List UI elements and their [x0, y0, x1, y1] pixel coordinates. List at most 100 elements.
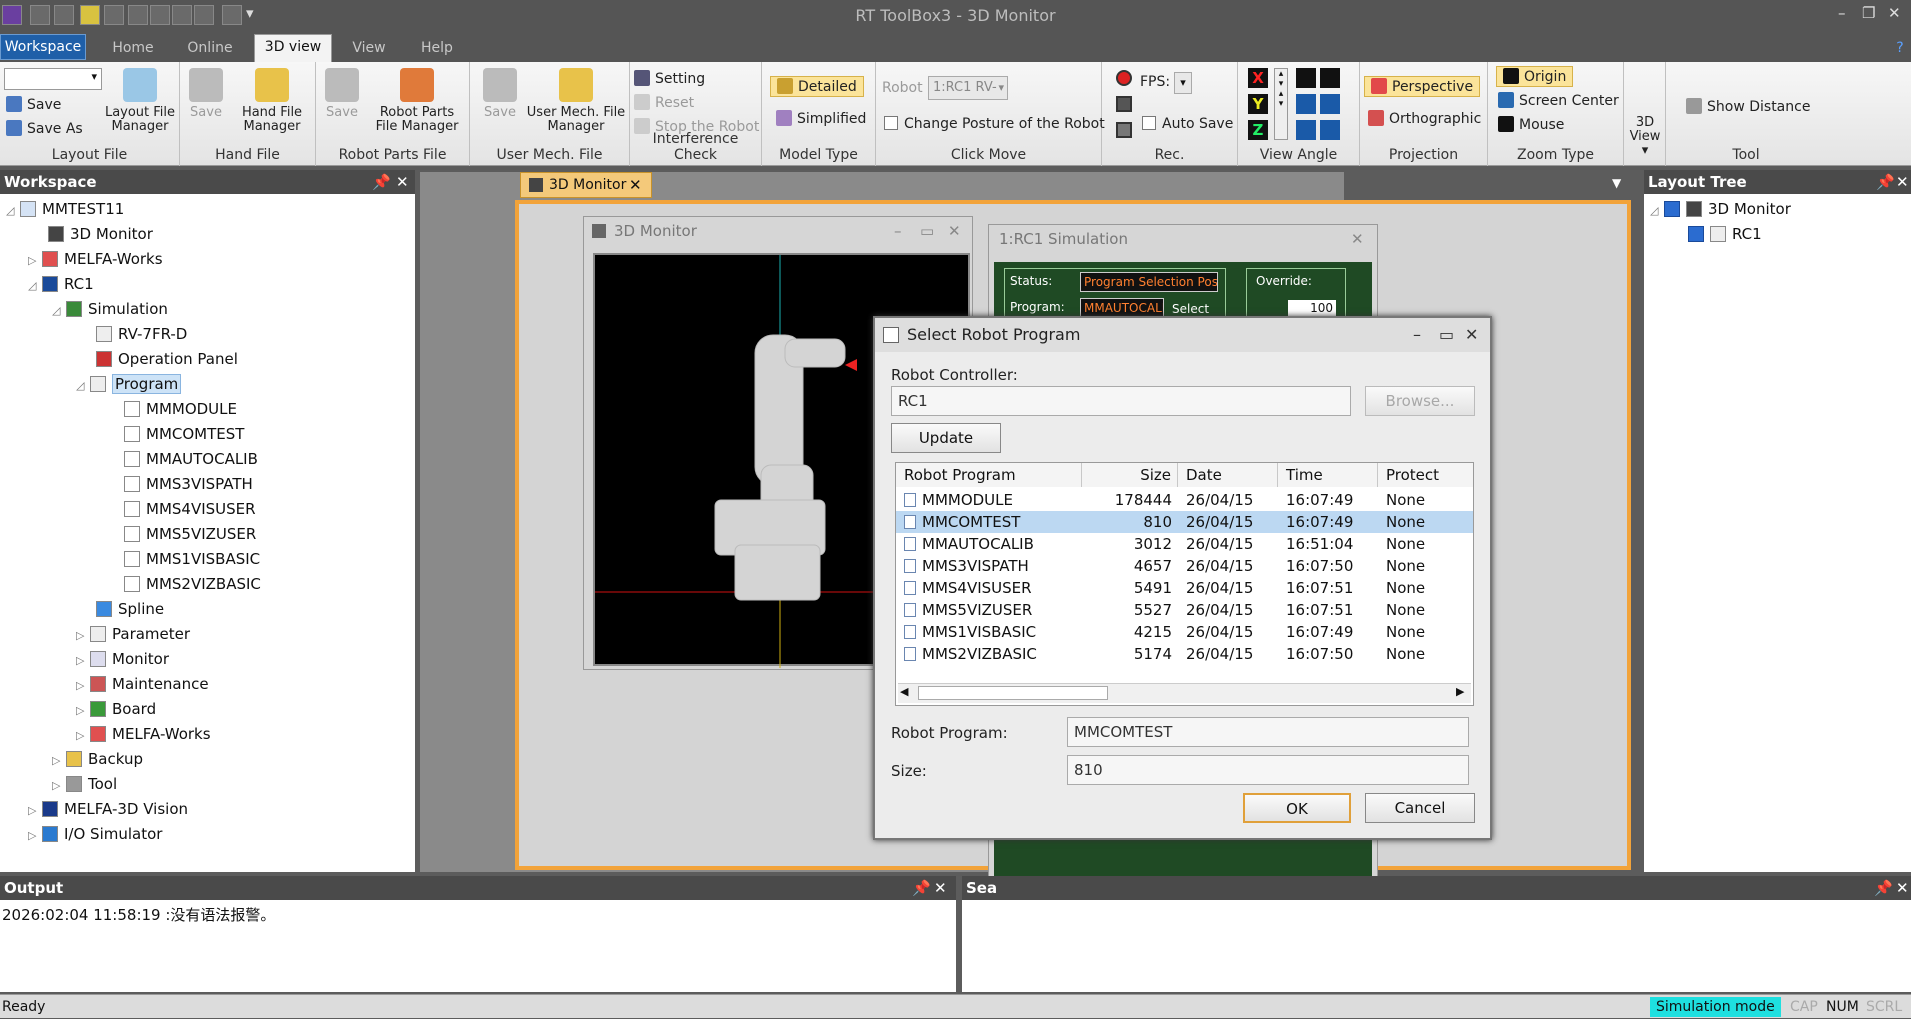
close-window-button[interactable]: ✕: [1888, 4, 1901, 22]
setting-button[interactable]: Setting: [634, 70, 705, 87]
browse-button[interactable]: Browse...: [1365, 386, 1475, 416]
robot-parts-file-manager-button[interactable]: Robot Parts File Manager: [368, 68, 466, 134]
hand-file-manager-button[interactable]: Hand File Manager: [232, 68, 312, 134]
column-header-date[interactable]: Date: [1178, 463, 1278, 487]
tree-item-maintenance[interactable]: ▷ Maintenance: [76, 673, 209, 695]
minimize-icon[interactable]: –: [894, 217, 902, 245]
view-y-button[interactable]: Y: [1248, 94, 1268, 114]
tree-item-program[interactable]: ◿ Program: [76, 373, 182, 395]
simplified-button[interactable]: Simplified: [776, 110, 866, 127]
close-tab-icon[interactable]: ✕: [629, 173, 642, 197]
detailed-button[interactable]: Detailed: [770, 76, 864, 97]
column-header-size[interactable]: Size: [1082, 463, 1178, 487]
tree-item-parameter[interactable]: ▷ Parameter: [76, 623, 190, 645]
column-header-protect[interactable]: Protect: [1378, 463, 1473, 487]
column-header-time[interactable]: Time: [1278, 463, 1378, 487]
3d-view-button[interactable]: 3D View ▾: [1626, 116, 1664, 158]
table-row[interactable]: MMAUTOCALIB 3012 26/04/15 16:51:04 None: [896, 533, 1473, 555]
tab-3d-monitor-document[interactable]: 3D Monitor ✕: [520, 172, 652, 198]
ok-button[interactable]: OK: [1243, 793, 1351, 823]
tree-item-simulation[interactable]: ◿ Simulation: [52, 298, 168, 320]
layout-item-rc1[interactable]: RC1: [1688, 223, 1762, 245]
tree-item-program-file[interactable]: MMMODULE: [124, 398, 237, 420]
view-iso6-icon[interactable]: [1320, 120, 1340, 140]
view-spinner[interactable]: ▴ ▾ ▴ ▾: [1274, 68, 1288, 140]
view-x-button[interactable]: X: [1248, 68, 1268, 88]
tree-item-rc1[interactable]: ◿ RC1: [28, 273, 94, 295]
tree-item-melfa-works-rc1[interactable]: ▷ MELFA-Works: [76, 723, 211, 745]
table-row[interactable]: MMS2VIZBASIC 5174 26/04/15 16:07:50 None: [896, 643, 1473, 665]
table-row[interactable]: MMS4VISUSER 5491 26/04/15 16:07:51 None: [896, 577, 1473, 599]
stop-record-icon[interactable]: [1116, 96, 1132, 112]
view-iso2-icon[interactable]: [1320, 68, 1340, 88]
robot-controller-field[interactable]: RC1: [891, 386, 1351, 416]
mouse-button[interactable]: Mouse: [1498, 116, 1564, 133]
tree-item-board[interactable]: ▷ Board: [76, 698, 156, 720]
layout-save-button[interactable]: Save: [6, 96, 61, 113]
close-dialog-button[interactable]: ✕: [1465, 318, 1478, 352]
table-row[interactable]: MMS3VISPATH 4657 26/04/15 16:07:50 None: [896, 555, 1473, 577]
pin-icon[interactable]: 📌: [1874, 876, 1893, 900]
robot-program-field[interactable]: MMCOMTEST: [1067, 717, 1469, 747]
view-iso3-icon[interactable]: [1296, 94, 1316, 114]
layout-combo[interactable]: ▾: [4, 68, 102, 90]
tab-workspace[interactable]: Workspace: [0, 34, 86, 60]
horizontal-scrollbar[interactable]: ◀ ▶: [898, 683, 1471, 703]
pin-icon[interactable]: 📌: [1876, 170, 1895, 194]
mech-save-button[interactable]: Save: [480, 68, 520, 120]
origin-button[interactable]: Origin: [1496, 66, 1574, 87]
show-distance-button[interactable]: Show Distance: [1686, 98, 1810, 115]
tree-item-melfa-works[interactable]: ▷ MELFA-Works: [28, 248, 163, 270]
tree-item-program-file[interactable]: MMCOMTEST: [124, 423, 244, 445]
maximize-icon[interactable]: ▭: [1439, 318, 1454, 352]
view-z-button[interactable]: Z: [1248, 120, 1268, 140]
orthographic-button[interactable]: Orthographic: [1368, 110, 1481, 127]
robot-select[interactable]: 1:RC1 RV- ▾: [928, 76, 1008, 100]
hand-save-button[interactable]: Save: [186, 68, 226, 120]
tree-item-backup[interactable]: ▷ Backup: [52, 748, 143, 770]
tree-item-program-file[interactable]: MMS4VISUSER: [124, 498, 256, 520]
table-row[interactable]: MMMODULE 178444 26/04/15 16:07:49 None: [896, 489, 1473, 511]
pause-record-icon[interactable]: [1116, 122, 1132, 138]
update-button[interactable]: Update: [891, 423, 1001, 453]
tree-item-melfa-3d-vision[interactable]: ▷ MELFA-3D Vision: [28, 798, 188, 820]
parts-save-button[interactable]: Save: [322, 68, 362, 120]
tree-item-robot-model[interactable]: RV-7FR-D: [96, 323, 187, 345]
layout-save-as-button[interactable]: Save As: [6, 120, 83, 137]
select-program-button[interactable]: Select: [1172, 302, 1209, 316]
close-icon[interactable]: ✕: [1351, 225, 1364, 253]
tab-view[interactable]: View: [340, 36, 398, 62]
scroll-right-icon[interactable]: ▶: [1456, 685, 1464, 698]
auto-save-checkbox[interactable]: Auto Save: [1142, 116, 1233, 132]
view-iso4-icon[interactable]: [1320, 94, 1340, 114]
tree-item-spline[interactable]: Spline: [96, 598, 164, 620]
checkbox-checked-icon[interactable]: [1688, 226, 1704, 242]
tree-item-tool[interactable]: ▷ Tool: [52, 773, 117, 795]
scroll-thumb[interactable]: [918, 686, 1108, 700]
tree-item-3d-monitor[interactable]: 3D Monitor: [48, 223, 153, 245]
close-panel-icon[interactable]: ✕: [396, 170, 409, 194]
pin-icon[interactable]: 📌: [372, 170, 391, 194]
tab-3d-view[interactable]: 3D view: [254, 34, 332, 62]
record-icon[interactable]: [1116, 70, 1132, 86]
tab-online[interactable]: Online: [176, 36, 244, 62]
help-icon[interactable]: ?: [1890, 36, 1910, 62]
column-header-program[interactable]: Robot Program: [896, 463, 1082, 487]
minimize-button[interactable]: –: [1838, 4, 1846, 22]
pin-icon[interactable]: 📌: [912, 876, 931, 900]
tree-item-program-file[interactable]: MMS3VISPATH: [124, 473, 253, 495]
tab-help[interactable]: Help: [408, 36, 466, 62]
tab-home[interactable]: Home: [100, 36, 166, 62]
tree-item-program-file[interactable]: MMS5VIZUSER: [124, 523, 256, 545]
maximize-icon[interactable]: ▭: [920, 217, 934, 245]
size-field[interactable]: 810: [1067, 755, 1469, 785]
tree-item-io-simulator[interactable]: ▷ I/O Simulator: [28, 823, 162, 845]
tree-item-project[interactable]: ◿ MMTEST11: [6, 198, 124, 220]
restore-button[interactable]: ❐: [1862, 4, 1875, 22]
scroll-left-icon[interactable]: ◀: [900, 685, 908, 698]
close-panel-icon[interactable]: ✕: [1896, 876, 1909, 900]
close-panel-icon[interactable]: ✕: [934, 876, 947, 900]
close-panel-icon[interactable]: ✕: [1896, 170, 1909, 194]
close-icon[interactable]: ✕: [948, 217, 961, 245]
table-row[interactable]: MMS1VISBASIC 4215 26/04/15 16:07:49 None: [896, 621, 1473, 643]
